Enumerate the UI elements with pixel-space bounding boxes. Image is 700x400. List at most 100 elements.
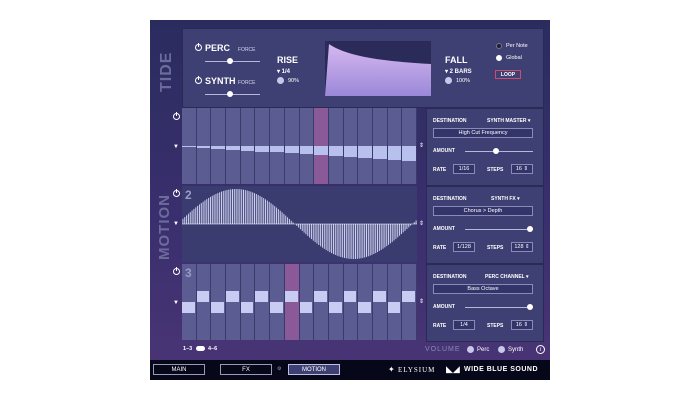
lane-page-4-6[interactable]: 4–6	[208, 346, 217, 352]
lane3-steps-field[interactable]: 16 ⇕	[511, 320, 533, 330]
lane3-step[interactable]	[226, 264, 241, 340]
lane2-collapse-icon[interactable]: ▼	[173, 221, 179, 227]
lane2-step-grid[interactable]: 2	[182, 186, 417, 262]
lane3-step-value	[372, 291, 386, 302]
lane1-step[interactable]	[211, 108, 227, 184]
lane-page-1-3[interactable]: 1–3	[183, 346, 192, 352]
lane1-arrows-icon[interactable]: ⇕	[419, 142, 424, 149]
lane3-step[interactable]	[343, 264, 359, 340]
fall-rate[interactable]: ▾ 2 BARS	[445, 68, 472, 75]
fall-amount-dial[interactable]	[445, 77, 452, 84]
global-radio[interactable]	[496, 55, 502, 61]
lane1-step[interactable]	[299, 108, 315, 184]
lane3-power-icon[interactable]	[173, 267, 180, 275]
lane1-step[interactable]	[182, 108, 197, 184]
lane3-step[interactable]	[270, 264, 285, 340]
synth-power-icon[interactable]	[195, 76, 202, 84]
perc-force-slider[interactable]	[205, 58, 260, 64]
lane1-step[interactable]	[270, 108, 285, 184]
lane2-amount-label: AMOUNT	[433, 226, 455, 232]
perc-power-icon[interactable]	[195, 43, 202, 51]
lane1-amount-knob[interactable]	[492, 148, 499, 154]
lane1-steps-field[interactable]: 16 ⇕	[511, 164, 533, 174]
lane3-collapse-icon[interactable]: ▼	[173, 300, 179, 306]
lane2-parameter-field[interactable]: Chorus > Depth	[433, 206, 533, 216]
lane1-step[interactable]	[240, 108, 256, 184]
lane1-step[interactable]	[314, 108, 329, 184]
lane1-step[interactable]	[343, 108, 359, 184]
synth-force-slider[interactable]	[205, 91, 260, 97]
lane3-amount-knob[interactable]	[526, 304, 533, 310]
lane1-step[interactable]	[402, 108, 417, 184]
lane3-parameter-field[interactable]: Bass Octave	[433, 284, 533, 294]
lane3-step[interactable]	[328, 264, 344, 340]
lane1-destination-label: DESTINATION	[433, 118, 467, 124]
lane1-rate-field[interactable]: 1/16	[453, 164, 475, 174]
synth-volume-dial[interactable]	[498, 346, 505, 353]
lane1-step[interactable]	[387, 108, 403, 184]
lane2-steps-field[interactable]: 128 ⇕	[511, 242, 533, 252]
lane2-power-icon[interactable]	[173, 189, 180, 197]
lane1-step[interactable]	[328, 108, 344, 184]
lane3-step[interactable]	[387, 264, 403, 340]
lane2-arrows-icon[interactable]: ⇕	[419, 220, 424, 227]
lane3-amount-slider[interactable]	[465, 304, 533, 310]
rise-amount-dial[interactable]	[277, 77, 284, 84]
lane1-step[interactable]	[226, 108, 241, 184]
lane3-rate-label: RATE	[433, 323, 447, 329]
lane1-step-value	[314, 146, 328, 156]
wide-blue-logo-icon: ◣◢	[446, 364, 460, 374]
synth-volume-label: Synth	[508, 347, 524, 353]
lane1-step-value	[284, 146, 299, 154]
lane-page-toggle[interactable]	[196, 346, 205, 351]
lane1-step[interactable]	[196, 108, 212, 184]
lane3-step-grid[interactable]: 3	[182, 264, 417, 340]
perc-volume-dial[interactable]	[467, 346, 474, 353]
lane1-collapse-icon[interactable]: ▼	[173, 144, 179, 150]
lane3-step[interactable]	[255, 264, 271, 340]
lane3-step[interactable]	[358, 264, 373, 340]
elysium-brand: ELYSIUM	[398, 366, 436, 374]
lane2-amount-slider[interactable]	[465, 226, 533, 232]
tab-main[interactable]: MAIN	[153, 364, 205, 375]
lane3-step-value	[226, 291, 239, 302]
lane1-amount-slider[interactable]	[465, 148, 533, 154]
lane1-step-value	[255, 146, 270, 152]
tide-envelope-graph[interactable]	[325, 41, 431, 96]
lane3-step[interactable]	[299, 264, 315, 340]
lane3-step[interactable]	[196, 264, 212, 340]
lane3-arrows-icon[interactable]: ⇕	[419, 298, 424, 305]
lane3-step-value	[328, 302, 342, 313]
lane3-step[interactable]	[314, 264, 329, 340]
loop-button[interactable]: LOOP	[495, 70, 521, 79]
lane1-parameter-field[interactable]: High Cut Frequency	[433, 128, 533, 138]
info-icon[interactable]: i	[536, 345, 545, 354]
lane2-amount-knob[interactable]	[526, 226, 533, 232]
lane3-step[interactable]	[211, 264, 227, 340]
lane3-step[interactable]	[284, 264, 300, 340]
lane3-step[interactable]	[402, 264, 417, 340]
lane1-step[interactable]	[358, 108, 373, 184]
lane3-step[interactable]	[240, 264, 256, 340]
lane1-step-value	[211, 146, 226, 149]
lane1-step-value	[226, 146, 240, 150]
rise-rate[interactable]: ▾ 1/4	[277, 68, 290, 75]
lane1-step-value	[343, 146, 358, 157]
lane2-destination-select[interactable]: SYNTH FX ▾	[491, 196, 520, 202]
per-note-radio[interactable]	[496, 43, 502, 49]
lane1-step[interactable]	[284, 108, 300, 184]
lane1-step[interactable]	[372, 108, 388, 184]
lane1-power-icon[interactable]	[173, 112, 180, 120]
lane1-step-grid[interactable]: 1	[182, 108, 417, 184]
lane3-destination-label: DESTINATION	[433, 274, 467, 280]
lane3-destination-select[interactable]: PERC CHANNEL ▾	[485, 274, 529, 280]
lane3-rate-field[interactable]: 1/4	[453, 320, 475, 330]
lane1-step[interactable]	[255, 108, 271, 184]
synth-force-knob[interactable]	[226, 91, 233, 97]
tab-motion[interactable]: MOTION	[288, 364, 340, 375]
lane2-rate-field[interactable]: 1/128	[453, 242, 475, 252]
perc-force-knob[interactable]	[226, 58, 233, 64]
lane3-step[interactable]	[372, 264, 388, 340]
tab-fx[interactable]: FX	[220, 364, 272, 375]
lane1-destination-select[interactable]: SYNTH MASTER ▾	[487, 118, 530, 124]
